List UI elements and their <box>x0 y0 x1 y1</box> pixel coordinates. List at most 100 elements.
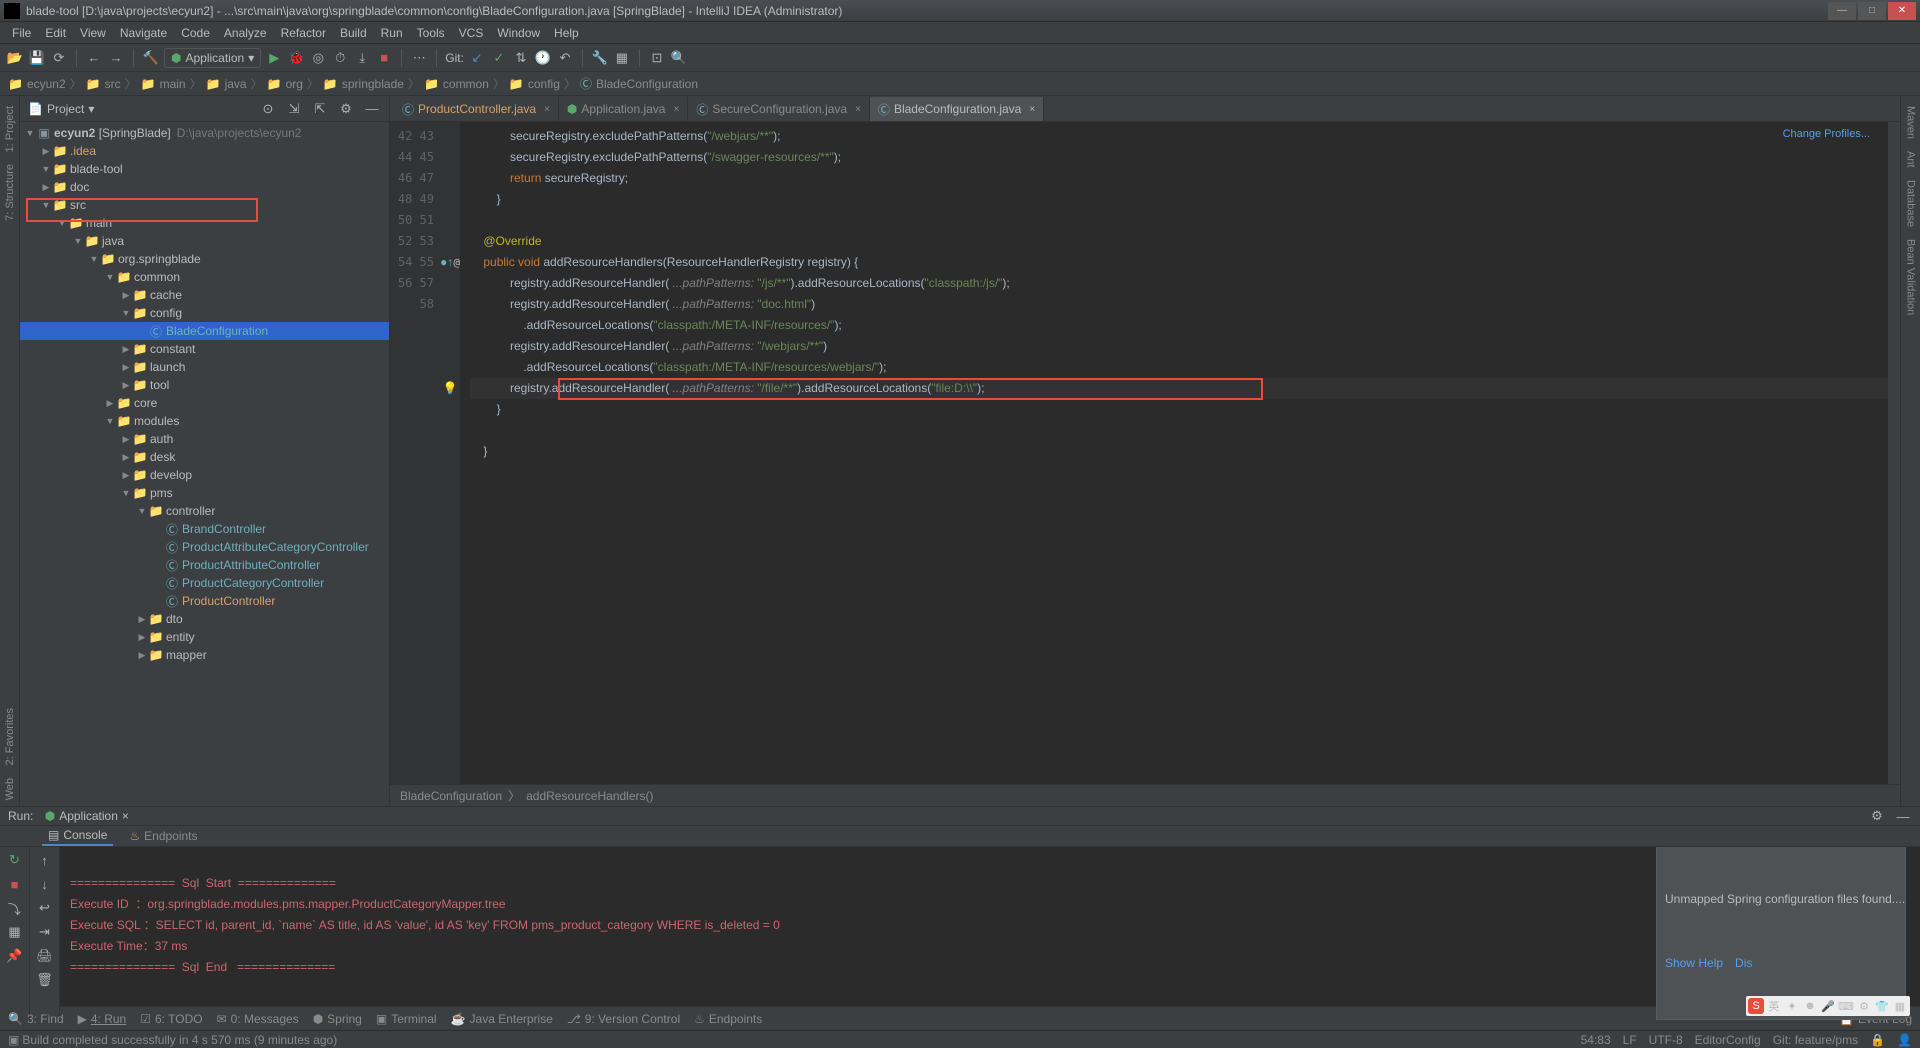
menu-file[interactable]: File <box>6 24 37 42</box>
tree-item[interactable]: ▶📁constant <box>20 340 389 358</box>
menu-run[interactable]: Run <box>375 24 409 42</box>
menu-view[interactable]: View <box>74 24 112 42</box>
minimize-button[interactable]: — <box>1828 2 1856 20</box>
tree-item[interactable]: ▶📁mapper <box>20 646 389 664</box>
scroll-end-icon[interactable]: ⇥ <box>36 923 54 941</box>
tree-item[interactable]: ▶📁dto <box>20 610 389 628</box>
tree-item[interactable]: ⒸProductController <box>20 592 389 610</box>
stripe-beanvalidation[interactable]: Bean Validation <box>1903 233 1919 321</box>
pin-icon[interactable]: 📌 <box>6 947 24 965</box>
tree-item[interactable]: ▶📁entity <box>20 628 389 646</box>
close-icon[interactable]: × <box>855 104 861 115</box>
crumb-main[interactable]: 📁main <box>141 77 186 91</box>
line-sep[interactable]: LF <box>1623 1033 1637 1047</box>
run-icon[interactable]: ▶ <box>265 49 283 67</box>
tree-item[interactable]: ▼📁main <box>20 214 389 232</box>
menu-build[interactable]: Build <box>334 24 373 42</box>
tree-item[interactable]: ▼📁src <box>20 196 389 214</box>
project-tree[interactable]: ▼▣ ecyun2 [SpringBlade] D:\java\projects… <box>20 122 389 806</box>
tree-item[interactable]: ▶📁.idea <box>20 142 389 160</box>
tree-item[interactable]: ⒸProductCategoryController <box>20 574 389 592</box>
select-opened-icon[interactable]: ⊙ <box>259 100 277 118</box>
git-history-icon[interactable]: 🕐 <box>534 49 552 67</box>
coverage-icon[interactable]: ◎ <box>309 49 327 67</box>
gear-icon[interactable]: ⚙ <box>1868 807 1886 825</box>
search-everywhere-icon[interactable]: ⊡ <box>648 49 666 67</box>
wrap-icon[interactable]: ↩ <box>36 899 54 917</box>
menu-help[interactable]: Help <box>548 24 585 42</box>
tree-item[interactable]: ▶📁auth <box>20 430 389 448</box>
stripe-favorites[interactable]: 2: Favorites <box>2 702 18 771</box>
debug-icon[interactable]: 🐞 <box>287 49 305 67</box>
git-branch[interactable]: Git: feature/pms <box>1773 1033 1858 1047</box>
attach-icon[interactable]: ⤓ <box>353 49 371 67</box>
forward-icon[interactable]: → <box>107 49 125 67</box>
tab-secureconfiguration[interactable]: ⒸSecureConfiguration.java× <box>688 97 870 121</box>
layout-icon[interactable]: ▦ <box>6 923 24 941</box>
close-icon[interactable]: × <box>673 104 679 115</box>
more-icon[interactable]: ⋯ <box>410 49 428 67</box>
close-icon[interactable]: × <box>122 809 129 823</box>
tab-productcontroller[interactable]: ⒸProductController.java× <box>394 97 559 121</box>
ime-toolbar[interactable]: S 英✦☻🎤⌨⚙👕▦ <box>1746 996 1910 1016</box>
stripe-structure[interactable]: 7: Structure <box>2 158 18 227</box>
crumb-src[interactable]: 📁src <box>86 77 121 91</box>
tree-item[interactable]: ▶📁develop <box>20 466 389 484</box>
search-icon[interactable]: 🔍 <box>670 49 688 67</box>
stripe-project[interactable]: 1: Project <box>2 100 18 158</box>
crumb-bladeconfiguration[interactable]: ⒸBladeConfiguration <box>580 75 698 92</box>
tree-item[interactable]: ▼📁org.springblade <box>20 250 389 268</box>
tree-item[interactable]: ▼📁common <box>20 268 389 286</box>
crumb-ecyun2[interactable]: 📁ecyun2 <box>8 77 66 91</box>
expand-all-icon[interactable]: ⇲ <box>285 100 303 118</box>
menu-vcs[interactable]: VCS <box>453 24 490 42</box>
menu-edit[interactable]: Edit <box>39 24 72 42</box>
structure-icon[interactable]: ▦ <box>613 49 631 67</box>
tab-bladeconfiguration[interactable]: ⒸBladeConfiguration.java× <box>870 97 1044 121</box>
clear-icon[interactable]: 🗑 <box>36 971 54 989</box>
print-icon[interactable]: 🖨 <box>36 947 54 965</box>
profile-icon[interactable]: ⏱ <box>331 49 349 67</box>
console-tab[interactable]: ▤Console <box>42 826 113 846</box>
run-config-dropdown[interactable]: ⬢ Application ▾ <box>164 48 261 68</box>
build-icon[interactable]: 🔨 <box>142 49 160 67</box>
tree-root[interactable]: ▼▣ ecyun2 [SpringBlade] D:\java\projects… <box>20 124 389 142</box>
stop-icon[interactable]: ■ <box>6 875 24 893</box>
tree-item[interactable]: ▼📁blade-tool <box>20 160 389 178</box>
stripe-ant[interactable]: Ant <box>1903 145 1919 174</box>
tree-item[interactable]: ▶📁cache <box>20 286 389 304</box>
tab-application[interactable]: ⬢Application.java× <box>559 97 688 121</box>
crumb-common[interactable]: 📁common <box>424 77 489 91</box>
stop-icon[interactable]: ■ <box>375 49 393 67</box>
code-editor[interactable]: secureRegistry.excludePathPatterns("/web… <box>460 122 1888 784</box>
caret-position[interactable]: 54:83 <box>1581 1033 1611 1047</box>
stripe-maven[interactable]: Maven <box>1903 100 1919 145</box>
collapse-all-icon[interactable]: ⇱ <box>311 100 329 118</box>
crumb-method[interactable]: addResourceHandlers() <box>526 789 653 803</box>
dismiss-link[interactable]: Dis <box>1735 953 1752 973</box>
hide-icon[interactable]: — <box>363 100 381 118</box>
tree-item[interactable]: ▶📁desk <box>20 448 389 466</box>
tree-item[interactable]: ⒸBladeConfiguration <box>20 322 389 340</box>
stripe-database[interactable]: Database <box>1903 174 1919 233</box>
editorconfig[interactable]: EditorConfig <box>1695 1033 1761 1047</box>
maximize-button[interactable]: □ <box>1858 2 1886 20</box>
tree-item[interactable]: ▼📁config <box>20 304 389 322</box>
crumb-springblade[interactable]: 📁springblade <box>323 77 404 91</box>
menu-navigate[interactable]: Navigate <box>114 24 173 42</box>
error-stripe[interactable] <box>1888 122 1900 784</box>
back-icon[interactable]: ← <box>85 49 103 67</box>
encoding[interactable]: UTF-8 <box>1649 1033 1683 1047</box>
notify-icon[interactable]: 👤 <box>1897 1033 1912 1047</box>
tool-find[interactable]: 🔍 3: Find <box>8 1012 64 1026</box>
tree-item[interactable]: ⒸProductAttributeController <box>20 556 389 574</box>
tree-item[interactable]: ▶📁tool <box>20 376 389 394</box>
menu-tools[interactable]: Tools <box>411 24 451 42</box>
hide-icon[interactable]: — <box>1894 807 1912 825</box>
save-icon[interactable]: 💾 <box>28 49 46 67</box>
down-icon[interactable]: ↓ <box>36 875 54 893</box>
rerun-icon[interactable]: ↻ <box>6 851 24 869</box>
open-icon[interactable]: 📂 <box>6 49 24 67</box>
gear-icon[interactable]: ⚙ <box>337 100 355 118</box>
run-tab-application[interactable]: ⬢ Application × <box>37 807 137 825</box>
